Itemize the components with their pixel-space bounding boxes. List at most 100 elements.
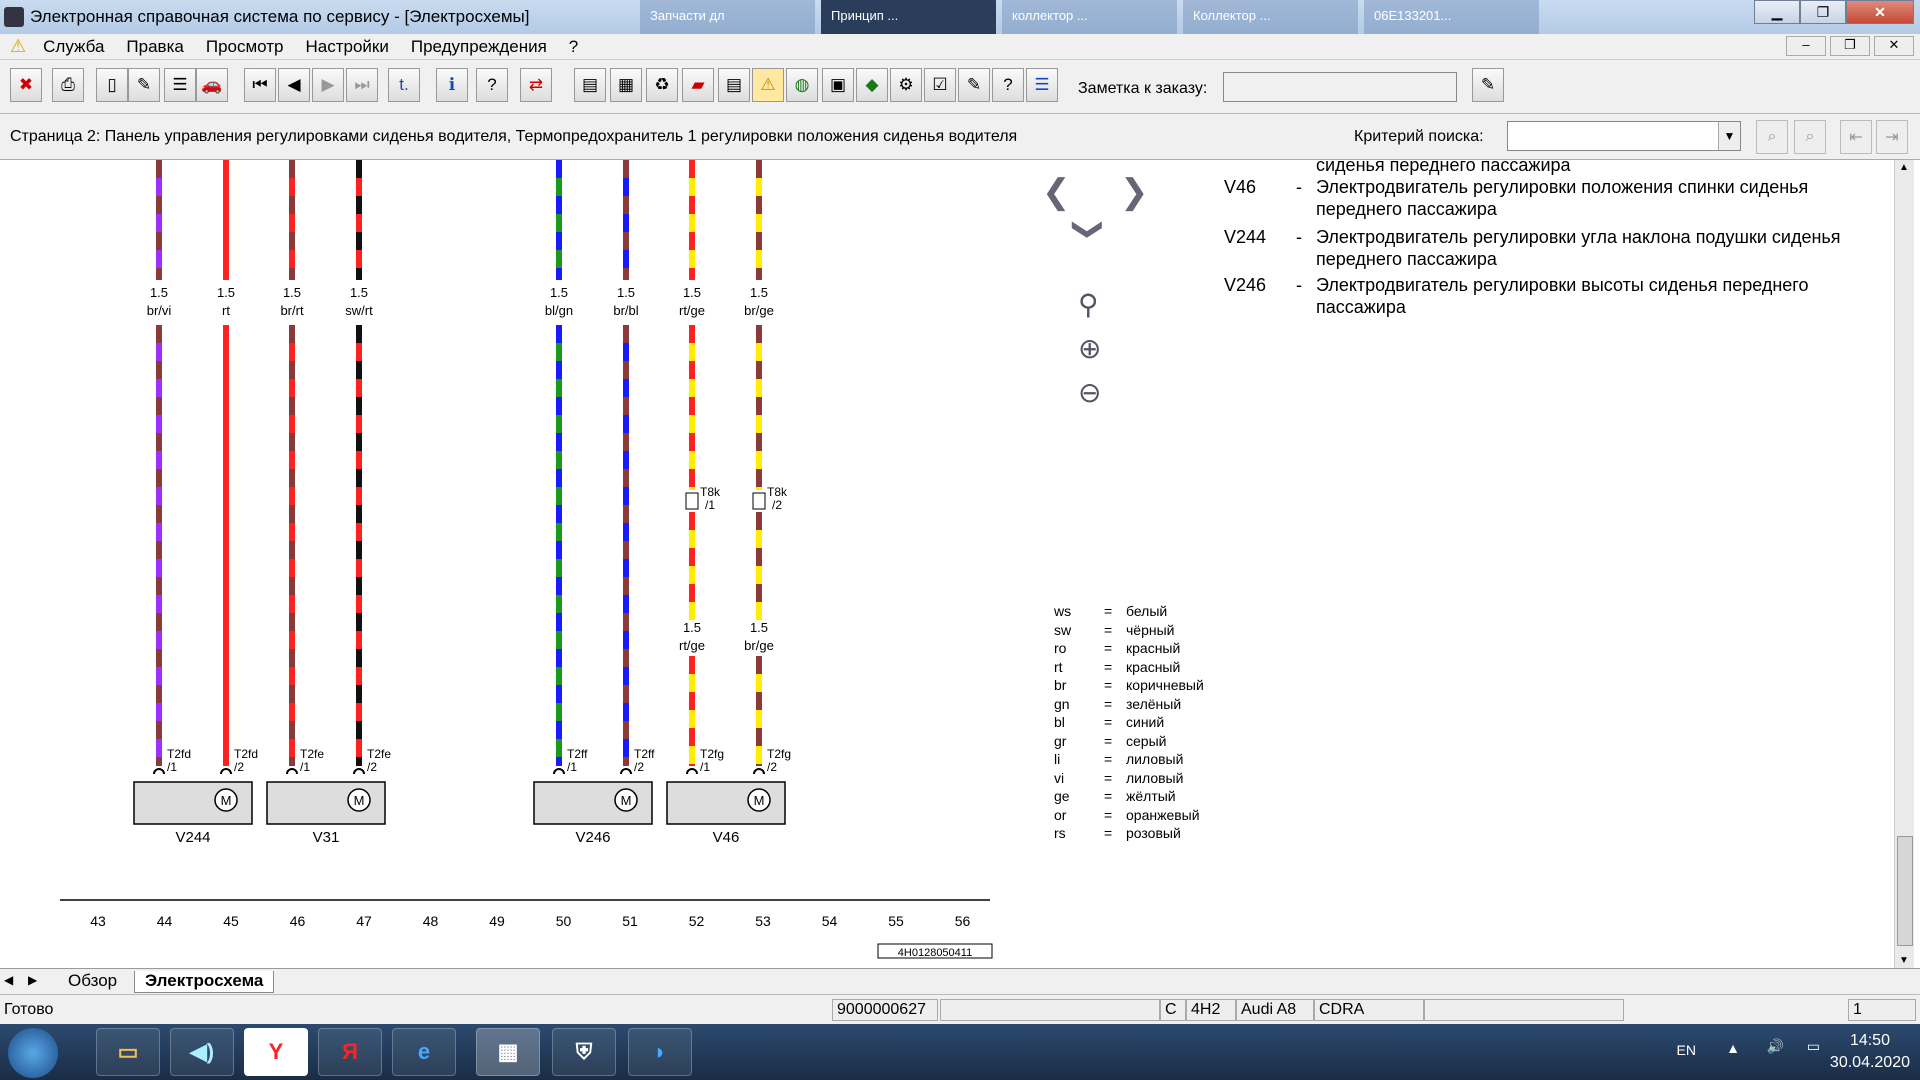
prev-page-icon[interactable]: ◀ <box>278 68 310 102</box>
mdi-restore-button[interactable]: ❐ <box>1830 36 1870 56</box>
note-edit-icon[interactable]: ✎ <box>1472 68 1504 102</box>
mdi-close-button[interactable]: ✕ <box>1874 36 1914 56</box>
volume-app-icon[interactable]: ◀) <box>170 1028 234 1076</box>
tool-2-icon[interactable]: ▦ <box>610 68 642 102</box>
nav-down-icon[interactable]: ❯ <box>1071 217 1106 242</box>
clock[interactable]: 14:50 30.04.2020 <box>1830 1030 1910 1074</box>
equals-sign: = <box>1104 640 1113 656</box>
elsa-app-icon[interactable]: ▦ <box>476 1028 540 1076</box>
tool-8-icon[interactable]: ? <box>992 68 1024 102</box>
tool-9-icon[interactable]: ☰ <box>1026 68 1058 102</box>
pin-symbol <box>353 768 365 775</box>
tool-6-icon[interactable]: ⚙ <box>890 68 922 102</box>
tool-7-icon[interactable]: ✎ <box>958 68 990 102</box>
menu-edit[interactable]: Правка <box>115 37 194 57</box>
motor-symbol-label: M <box>354 793 365 808</box>
back-link-icon[interactable]: t. <box>388 68 420 102</box>
background-tab-2[interactable]: Принцип ... <box>821 0 996 34</box>
wire-color-label: bl/gn <box>545 303 573 318</box>
order-note-input[interactable] <box>1223 72 1457 102</box>
tab-scroll-left-icon[interactable]: ◀ <box>4 973 13 987</box>
tool-4-icon[interactable]: ▣ <box>822 68 854 102</box>
menu-settings[interactable]: Настройки <box>294 37 399 57</box>
scroll-up-icon[interactable]: ▲ <box>1899 162 1909 173</box>
background-tab-3[interactable]: коллектор ... <box>1002 0 1177 34</box>
background-tab-4[interactable]: Коллектор ... <box>1183 0 1358 34</box>
color-abbr: sw <box>1054 621 1072 638</box>
search-criteria-label: Критерий поиска: <box>1354 128 1484 145</box>
new-document-icon[interactable]: ▯ <box>96 68 128 102</box>
app-icon[interactable]: ◗ <box>628 1028 692 1076</box>
nav-left-icon[interactable]: ❮ <box>1042 172 1071 212</box>
collapse-right-icon[interactable]: ⇥ <box>1876 120 1908 154</box>
edit-document-icon[interactable]: ✎ <box>128 68 160 102</box>
menu-help[interactable]: ? <box>558 37 589 57</box>
book-icon[interactable]: ▰ <box>682 68 714 102</box>
help-icon[interactable]: ? <box>476 68 508 102</box>
volume-icon[interactable]: 🔊 <box>1767 1038 1784 1055</box>
info-icon[interactable]: ℹ <box>436 68 468 102</box>
print-icon[interactable]: ⎙ <box>52 68 84 102</box>
wire-br/rt-upper <box>289 160 295 280</box>
equals-sign: = <box>1104 658 1113 675</box>
wire-color-label-lower: rt/ge <box>679 638 705 653</box>
color-name: лиловый <box>1126 769 1184 786</box>
scrollbar-thumb[interactable] <box>1897 836 1913 946</box>
tab-overview[interactable]: Обзор <box>58 971 127 993</box>
tool-1-icon[interactable]: ▤ <box>574 68 606 102</box>
mdi-minimize-button[interactable]: – <box>1786 36 1826 56</box>
maximize-button[interactable]: ❐ <box>1800 0 1846 24</box>
pin-symbol <box>620 768 632 775</box>
next-page-icon[interactable]: ▶ <box>312 68 344 102</box>
background-tab-1[interactable]: Запчасти дл <box>640 0 815 34</box>
last-page-icon[interactable]: ⏭ <box>346 68 378 102</box>
menu-warnings[interactable]: Предупреждения <box>400 37 558 57</box>
scroll-down-icon[interactable]: ▼ <box>1899 955 1909 966</box>
language-indicator[interactable]: EN <box>1677 1042 1696 1058</box>
tool-5-icon[interactable]: ◆ <box>856 68 888 102</box>
close-button[interactable]: ✕ <box>1846 0 1914 24</box>
nav-right-icon[interactable]: ❯ <box>1120 172 1149 212</box>
zoom-out-icon[interactable]: ⊖ <box>1078 376 1101 409</box>
warning-toolbar-icon[interactable]: ⚠ <box>752 68 784 102</box>
explorer-icon[interactable]: ▭ <box>96 1028 160 1076</box>
network-icon[interactable]: ▭ <box>1807 1038 1820 1055</box>
chevron-down-icon[interactable]: ▼ <box>1718 122 1740 150</box>
background-tab-5[interactable]: 06E133201... <box>1364 0 1539 34</box>
color-name: оранжевый <box>1126 806 1200 823</box>
wire-bl/gn-lower <box>556 325 562 766</box>
search-back-icon[interactable]: ⌕ <box>1794 120 1826 154</box>
legend-row: V46 - Электродвигатель регулировки полож… <box>1224 176 1884 226</box>
notes-icon[interactable]: ▤ <box>718 68 750 102</box>
tab-wiring[interactable]: Электросхема <box>134 971 275 993</box>
color-abbr: br <box>1054 677 1067 693</box>
yandex-icon[interactable]: Я <box>318 1028 382 1076</box>
zoom-icon[interactable]: ⚲ <box>1078 288 1099 321</box>
vertical-scrollbar[interactable]: ▲ ▼ <box>1894 160 1914 968</box>
tray-expand-icon[interactable]: ▲ <box>1726 1040 1740 1056</box>
menu-view[interactable]: Просмотр <box>195 37 295 57</box>
start-button[interactable] <box>8 1028 58 1078</box>
globe-icon[interactable]: ◍ <box>786 68 818 102</box>
equals-sign: = <box>1104 695 1113 712</box>
zoom-in-icon[interactable]: ⊕ <box>1078 332 1101 365</box>
document-list-icon[interactable]: ☰ <box>164 68 196 102</box>
menu-service[interactable]: Служба <box>32 37 115 57</box>
status-ready: Готово <box>4 1001 54 1018</box>
tab-scroll-right-icon[interactable]: ▶ <box>28 973 37 987</box>
search-criteria-combo[interactable]: ▼ <box>1507 121 1741 151</box>
world-of-tanks-icon[interactable]: ⛨ <box>552 1028 616 1076</box>
tool-3-icon[interactable]: ♻ <box>646 68 678 102</box>
vehicle-icon[interactable]: 🚗 <box>196 68 228 102</box>
checklist-icon[interactable]: ☑ <box>924 68 956 102</box>
first-page-icon[interactable]: ⏮ <box>244 68 276 102</box>
switch-icon[interactable]: ⇄ <box>520 68 552 102</box>
internet-explorer-icon[interactable]: e <box>392 1028 456 1076</box>
color-name: жёлтый <box>1126 788 1176 804</box>
minimize-button[interactable]: ▁ <box>1754 0 1800 24</box>
scale-number: 52 <box>689 913 705 929</box>
search-forward-icon[interactable]: ⌕ <box>1756 120 1788 154</box>
collapse-left-icon[interactable]: ⇤ <box>1840 120 1872 154</box>
exit-icon[interactable]: ✖ <box>10 68 42 102</box>
yandex-browser-icon[interactable]: Y <box>244 1028 308 1076</box>
